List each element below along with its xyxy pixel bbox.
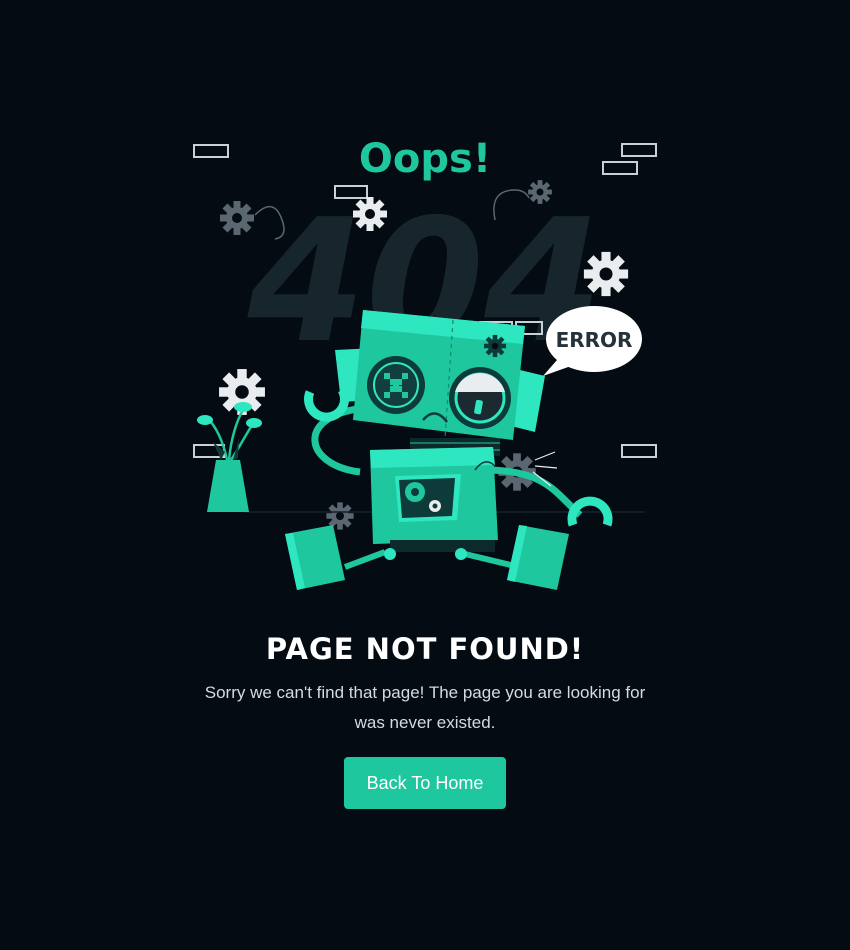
error-bubble-text: ERROR	[556, 328, 633, 352]
error-description: Sorry we can't find that page! The page …	[204, 683, 646, 732]
error-page: 404 Oops! ERROR PAGE NOT FOUND! Sorry we…	[0, 0, 850, 950]
robot-404-illustration: 404 Oops! ERROR	[185, 120, 665, 600]
gear-icon	[220, 201, 254, 235]
gear-icon	[483, 334, 507, 358]
oops-text: Oops!	[359, 136, 491, 182]
gear-icon	[528, 180, 552, 204]
gear-icon	[583, 251, 629, 297]
back-to-home-button[interactable]: Back To Home	[344, 757, 506, 809]
page-not-found-heading: PAGE NOT FOUND!	[265, 632, 585, 666]
gear-icon	[353, 197, 387, 231]
